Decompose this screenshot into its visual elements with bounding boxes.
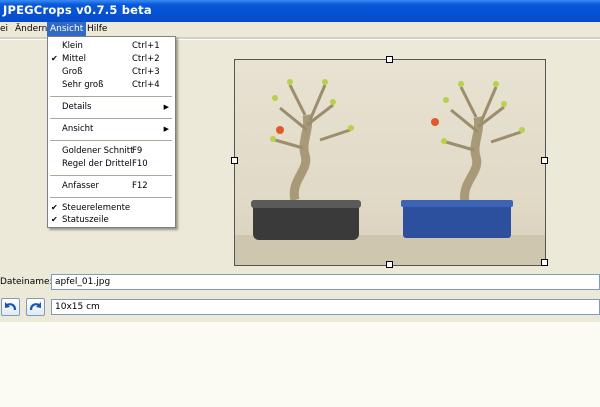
bonsai-photo bbox=[235, 60, 545, 265]
menu-item-shortcut: Ctrl+3 bbox=[132, 67, 160, 77]
menu-separator bbox=[50, 140, 172, 141]
menu-item-label: Klein bbox=[62, 41, 83, 51]
menu-item-label: Steuerelemente bbox=[62, 203, 131, 213]
menu-item-regel-der-drittel[interactable]: Regel der Drittel F10 bbox=[48, 158, 175, 170]
menu-item-label: Anfasser bbox=[62, 181, 99, 191]
menu-item-label: Sehr groß bbox=[62, 80, 104, 90]
menu-item-sehr-gross[interactable]: Sehr groß Ctrl+4 bbox=[48, 79, 175, 91]
title-bar: JPEGCrops v0.7.5 beta bbox=[0, 0, 600, 22]
check-icon: ✔ bbox=[51, 203, 58, 212]
crop-handle-bottom-right[interactable] bbox=[541, 259, 548, 266]
menu-aendern[interactable]: Ändern bbox=[12, 22, 50, 36]
menu-item-label: Mittel bbox=[62, 54, 86, 64]
menu-item-shortcut: F12 bbox=[132, 181, 148, 191]
menu-item-shortcut: Ctrl+1 bbox=[132, 41, 160, 51]
menu-item-ansicht[interactable]: Ansicht ▶ bbox=[48, 123, 175, 135]
menu-hilfe[interactable]: Hilfe bbox=[84, 22, 110, 36]
menu-item-label: Goldener Schnitt bbox=[62, 146, 134, 156]
menu-separator bbox=[50, 118, 172, 119]
menu-separator bbox=[50, 197, 172, 198]
crop-handle-top[interactable] bbox=[386, 56, 393, 63]
bottom-panel bbox=[0, 322, 600, 407]
menu-item-label: Regel der Drittel bbox=[62, 159, 132, 169]
ansicht-dropdown-menu: Klein Ctrl+1 ✔ Mittel Ctrl+2 Groß Ctrl+3… bbox=[47, 36, 176, 228]
crop-handle-left[interactable] bbox=[231, 157, 238, 164]
menu-item-klein[interactable]: Klein Ctrl+1 bbox=[48, 40, 175, 52]
menu-item-label: Details bbox=[62, 102, 92, 112]
menu-item-label: Groß bbox=[62, 67, 83, 77]
rotate-left-icon bbox=[5, 302, 17, 311]
crop-handle-right[interactable] bbox=[541, 157, 548, 164]
menu-item-label: Ansicht bbox=[62, 124, 94, 134]
rotate-right-button[interactable] bbox=[26, 298, 45, 316]
menu-ansicht[interactable]: Ansicht bbox=[47, 22, 87, 36]
check-icon: ✔ bbox=[51, 215, 58, 224]
menu-item-statuszeile[interactable]: ✔ Statuszeile bbox=[48, 214, 175, 226]
menu-item-details[interactable]: Details ▶ bbox=[48, 101, 175, 113]
menu-item-goldener-schnitt[interactable]: Goldener Schnitt F9 bbox=[48, 145, 175, 157]
menu-separator bbox=[50, 175, 172, 176]
rotate-right-icon bbox=[29, 302, 41, 311]
menu-item-anfasser[interactable]: Anfasser F12 bbox=[48, 180, 175, 192]
menu-item-shortcut: Ctrl+4 bbox=[132, 80, 160, 90]
photo-preview bbox=[234, 59, 546, 266]
menu-item-shortcut: F10 bbox=[132, 159, 148, 169]
filename-label: Dateiname: bbox=[0, 277, 53, 287]
check-icon: ✔ bbox=[51, 54, 58, 63]
window-title: JPEGCrops v0.7.5 beta bbox=[3, 3, 152, 17]
submenu-arrow-icon: ▶ bbox=[163, 103, 169, 111]
menu-item-gross[interactable]: Groß Ctrl+3 bbox=[48, 66, 175, 78]
menu-item-mittel[interactable]: ✔ Mittel Ctrl+2 bbox=[48, 53, 175, 65]
submenu-arrow-icon: ▶ bbox=[163, 125, 169, 133]
menu-bar: ei Ändern Ansicht Hilfe bbox=[0, 22, 600, 37]
menu-item-steuerelemente[interactable]: ✔ Steuerelemente bbox=[48, 202, 175, 214]
rotate-left-button[interactable] bbox=[1, 298, 20, 316]
filename-field[interactable]: apfel_01.jpg bbox=[51, 274, 600, 290]
menu-separator bbox=[50, 96, 172, 97]
format-field[interactable]: 10x15 cm bbox=[51, 299, 600, 315]
menu-item-shortcut: F9 bbox=[132, 146, 143, 156]
menu-item-shortcut: Ctrl+2 bbox=[132, 54, 160, 64]
menu-item-label: Statuszeile bbox=[62, 215, 109, 225]
menu-datei[interactable]: ei bbox=[0, 22, 11, 36]
crop-handle-bottom[interactable] bbox=[386, 261, 393, 268]
